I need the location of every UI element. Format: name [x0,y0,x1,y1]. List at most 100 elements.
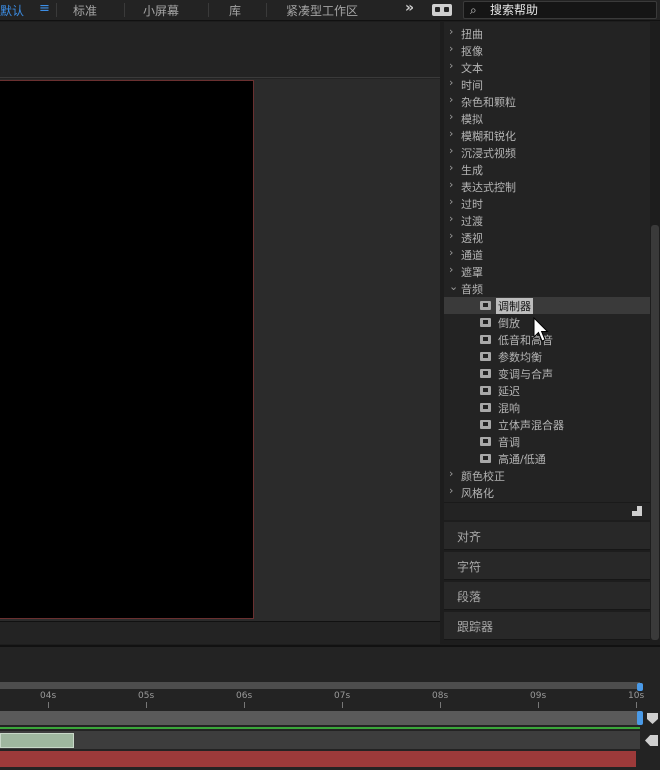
effect-category[interactable]: › 文本 [444,59,650,76]
time-navigator-end-handle[interactable] [637,683,643,691]
workspace-default[interactable]: 默认 [0,2,24,19]
audio-effect-item[interactable]: 参数均衡 [444,348,650,365]
workspace-compact[interactable]: 紧凑型工作区 [286,2,358,19]
effect-category[interactable]: › 杂色和颗粒 [444,93,650,110]
side-panel-label: 跟踪器 [457,620,494,634]
tick-mark [636,702,637,708]
audio-effect-item[interactable]: 延迟 [444,382,650,399]
chevron-right-icon[interactable]: › [449,42,453,55]
chevron-right-icon[interactable]: › [449,161,453,174]
layer-end-marker-icon[interactable] [645,735,658,746]
effect-category[interactable]: › 沉浸式视频 [444,144,650,161]
layer-bar-green[interactable] [0,733,74,748]
chevron-right-icon[interactable]: › [449,127,453,140]
layer-track[interactable] [0,731,640,749]
fx-label: 遮罩 [461,266,483,279]
tick-mark [440,702,441,708]
time-ruler[interactable]: 04s 05s 06s 07s 08s 09s 10s [0,689,644,711]
effect-category[interactable]: › 扭曲 [444,25,650,42]
tick-mark [538,702,539,708]
audio-effect-item[interactable]: 音调 [444,433,650,450]
side-panel-label: 段落 [457,590,482,604]
effect-category-audio[interactable]: ⌄ 音频 [444,280,650,297]
tick-label: 05s [138,691,155,701]
workspace-library[interactable]: 库 [229,2,241,19]
comp-marker-icon[interactable] [647,713,658,724]
composition-canvas[interactable] [0,80,254,619]
chevron-right-icon[interactable]: › [449,93,453,106]
tick-mark [146,702,147,708]
audio-effect-icon [480,403,491,412]
chevron-right-icon[interactable]: › [449,484,453,497]
side-panel-tab[interactable]: 对齐 [444,522,650,550]
search-input[interactable] [490,3,650,17]
workspace-standard[interactable]: 标准 [73,2,97,19]
effect-category[interactable]: › 颜色校正 [444,467,650,484]
workspace-small-screen[interactable]: 小屏幕 [143,2,179,19]
chevron-right-icon[interactable]: › [449,178,453,191]
audio-effect-icon [480,369,491,378]
divider [56,3,57,17]
composition-footer [0,621,440,644]
work-area-bar[interactable] [0,711,640,725]
chevron-right-icon[interactable]: › [449,76,453,89]
effect-category[interactable]: › 透视 [444,229,650,246]
fx-label: 杂色和颗粒 [461,96,516,109]
chevron-right-icon[interactable]: › [449,246,453,259]
effect-category[interactable]: › 通道 [444,246,650,263]
effect-category[interactable]: › 抠像 [444,42,650,59]
chevron-right-icon[interactable]: › [449,25,453,38]
work-area-end-handle[interactable] [637,711,643,725]
side-panel-tab[interactable]: 跟踪器 [444,612,650,640]
fx-label: 混响 [498,402,520,415]
effect-category[interactable]: › 模糊和锐化 [444,127,650,144]
effect-category[interactable]: › 过渡 [444,212,650,229]
audio-effect-icon [480,318,491,327]
tick-label: 08s [432,691,449,701]
audio-effect-item[interactable]: 变调与合声 [444,365,650,382]
search-help-box[interactable]: ⌕ [463,1,657,19]
audio-effect-item[interactable]: 混响 [444,399,650,416]
layer-bar-red[interactable] [0,751,636,767]
workspace-menu-icon[interactable]: ≡ [39,1,50,16]
effect-category[interactable]: › 遮罩 [444,263,650,280]
audio-effect-item[interactable]: 高通/低通 [444,450,650,467]
effects-scrollbar[interactable] [651,225,659,640]
tick-mark [342,702,343,708]
render-status-line [0,727,640,729]
chevron-right-icon[interactable]: › [449,467,453,480]
chevron-right-icon[interactable]: › [449,195,453,208]
keyboard-shortcuts-icon[interactable] [432,4,452,16]
chevron-right-icon[interactable]: › [449,212,453,225]
effect-category[interactable]: › 时间 [444,76,650,93]
fx-label: 透视 [461,232,483,245]
chevron-right-icon[interactable]: › [449,59,453,72]
effect-category[interactable]: › 过时 [444,195,650,212]
effect-category[interactable]: › 模拟 [444,110,650,127]
audio-effect-icon [480,386,491,395]
chevron-right-icon[interactable]: › [449,110,453,123]
fx-label: 过时 [461,198,483,211]
audio-effect-icon [480,335,491,344]
fx-label: 音频 [461,283,483,296]
effects-presets-panel: › 扭曲 › 抠像 › 文本 › 时间 › 杂色和颗粒 › 模拟 › 模糊和锐化 › 沉浸式视频 › 生成 › 表达式… [444,22,650,502]
chevron-down-icon[interactable]: ⌄ [449,280,458,293]
side-panel-tab[interactable]: 段落 [444,582,650,610]
fx-label: 抠像 [461,45,483,58]
side-panel-tab[interactable]: 字符 [444,552,650,580]
more-workspaces-icon[interactable]: » [405,0,414,16]
tick-label: 10s [628,691,645,701]
fx-label: 颜色校正 [461,470,505,483]
chevron-right-icon[interactable]: › [449,263,453,276]
chevron-right-icon[interactable]: › [449,144,453,157]
effect-category[interactable]: › 表达式控制 [444,178,650,195]
new-bin-icon[interactable] [632,506,642,516]
audio-effect-item[interactable]: 调制器 [444,297,650,314]
effect-category[interactable]: › 生成 [444,161,650,178]
audio-effect-icon [480,420,491,429]
composition-viewer[interactable] [0,79,440,621]
audio-effect-item[interactable]: 立体声混合器 [444,416,650,433]
chevron-right-icon[interactable]: › [449,229,453,242]
effect-category[interactable]: › 风格化 [444,484,650,501]
fx-label: 沉浸式视频 [461,147,516,160]
